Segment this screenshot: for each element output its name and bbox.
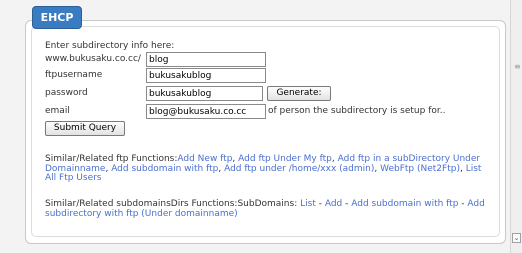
scrollbar-grip-icon[interactable]: ≡ bbox=[514, 62, 521, 82]
link-add-new-ftp[interactable]: Add New ftp bbox=[177, 154, 232, 164]
link-add-ftp-under-home[interactable]: Add ftp under /home/xxx (admin) bbox=[224, 164, 374, 174]
subdirectory-input[interactable] bbox=[146, 52, 266, 67]
ftpusername-input[interactable] bbox=[146, 68, 266, 83]
subdomain-functions-label: Similar/Related subdomainsDirs Functions… bbox=[45, 199, 298, 209]
link-list-subdomains[interactable]: List bbox=[300, 199, 316, 209]
link-webftp[interactable]: WebFtp (Net2Ftp) bbox=[380, 164, 460, 174]
ftp-functions-section: Similar/Related ftp Functions:Add New ft… bbox=[45, 154, 482, 183]
email-label: email bbox=[45, 106, 70, 116]
panel-tab-title: EHCP bbox=[32, 6, 82, 29]
ftp-functions-label: Similar/Related ftp Functions: bbox=[45, 154, 178, 164]
form-intro: Enter subdirectory info here: bbox=[45, 41, 175, 51]
page-scrollbar[interactable]: ≡ ⌄ bbox=[510, 0, 522, 253]
email-input[interactable] bbox=[146, 104, 266, 119]
password-input[interactable] bbox=[146, 86, 263, 101]
subdomain-functions-section: Similar/Related subdomainsDirs Functions… bbox=[45, 199, 485, 219]
email-note: of person the subdirectory is setup for.… bbox=[268, 106, 446, 116]
link-add-ftp-under-my-ftp[interactable]: Add ftp Under My ftp bbox=[238, 154, 332, 164]
link-add-subdomain-with-ftp[interactable]: Add subdomain with ftp bbox=[111, 164, 218, 174]
ftpusername-label: ftpusername bbox=[45, 70, 103, 80]
generate-button[interactable]: Generate: bbox=[267, 86, 331, 101]
scroll-down-arrow-icon[interactable]: ⌄ bbox=[512, 233, 521, 243]
link-add-subdomain-with-ftp-2[interactable]: Add subdomain with ftp bbox=[351, 199, 458, 209]
password-label: password bbox=[45, 88, 88, 98]
url-prefix-label: www.bukusaku.co.cc/ bbox=[45, 54, 141, 64]
link-add-subdomain[interactable]: Add bbox=[325, 199, 342, 209]
submit-query-button[interactable]: Submit Query bbox=[45, 121, 125, 136]
